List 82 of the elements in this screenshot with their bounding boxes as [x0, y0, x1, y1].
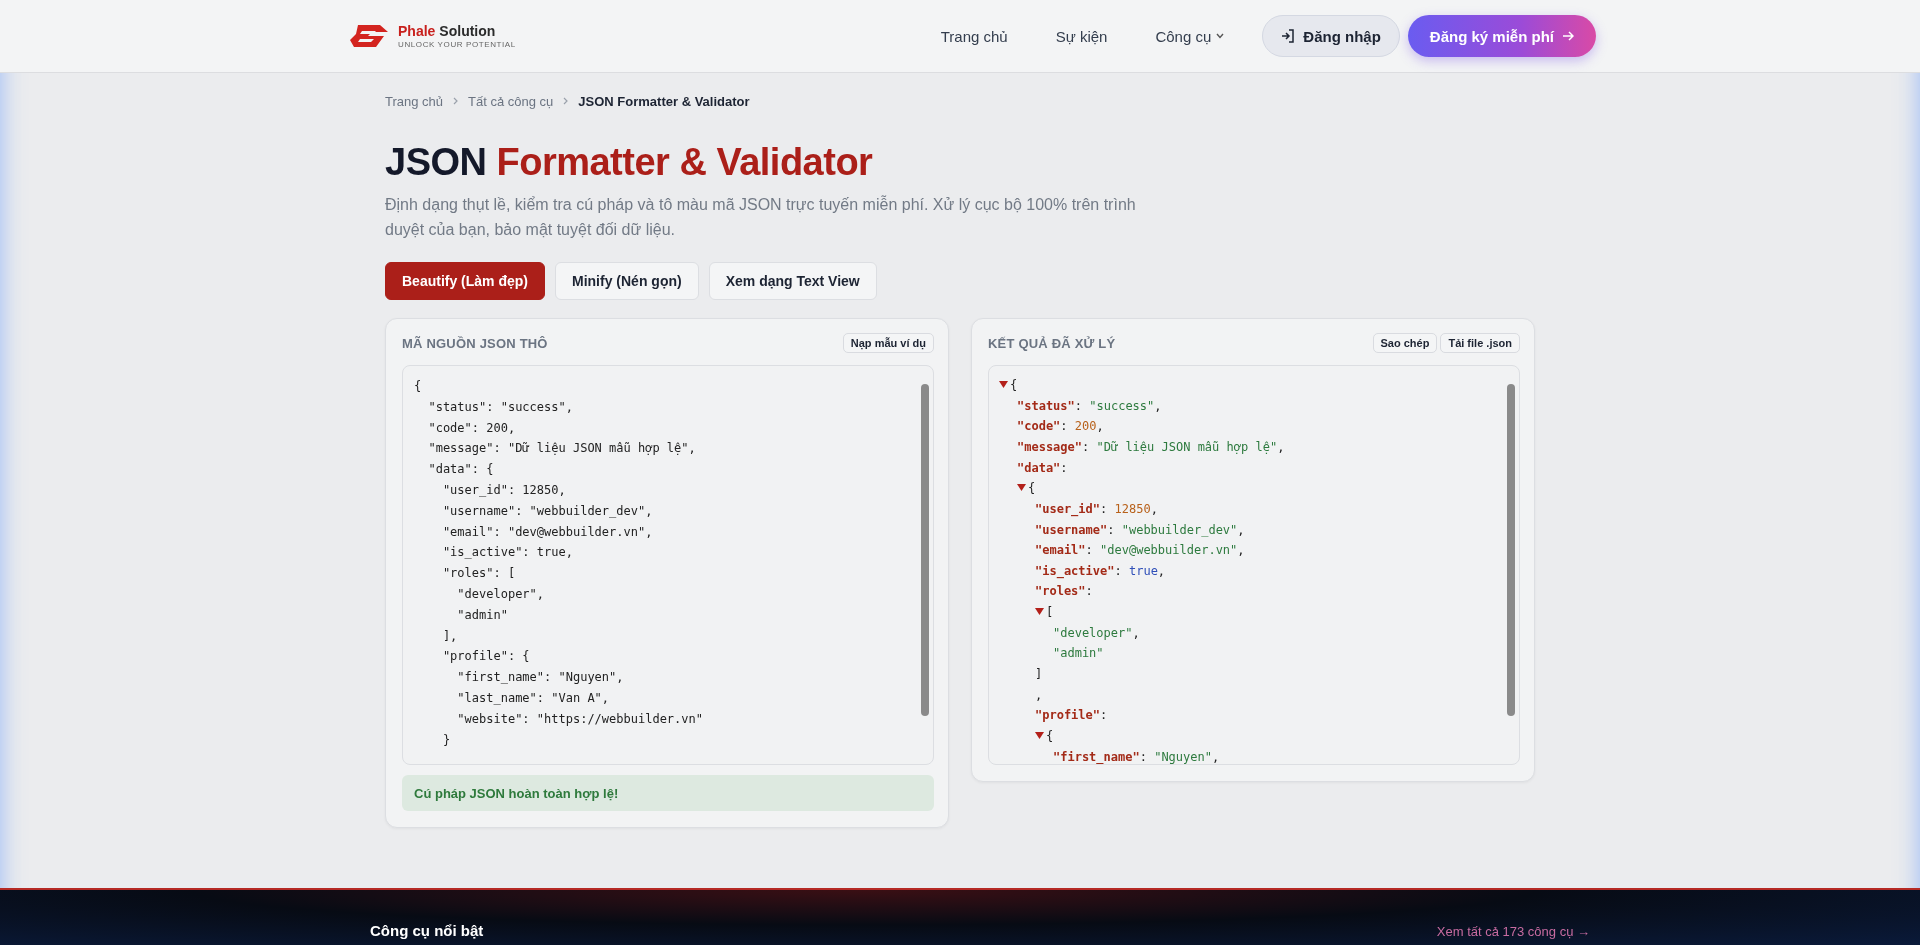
breadcrumb-link[interactable]: Tất cả công cụ [468, 93, 554, 109]
json-key: "data" [1017, 460, 1061, 475]
expanded-triangle-icon[interactable] [1017, 483, 1026, 493]
panel-heading: KẾT QUẢ ĐÃ XỬ LÝ [988, 335, 1116, 351]
expanded-triangle-icon[interactable] [999, 380, 1008, 390]
json-punctuation: : [1060, 460, 1068, 475]
json-key: "code" [1017, 419, 1061, 434]
json-punctuation: : [1060, 419, 1068, 434]
json-punctuation: , [1211, 749, 1220, 764]
json-key: "username" [1035, 522, 1108, 537]
expanded-triangle-icon[interactable] [1035, 730, 1044, 740]
json-punctuation: : [1100, 708, 1108, 723]
json-value: 12850 [1114, 501, 1151, 516]
json-punctuation: { [1028, 481, 1036, 496]
json-value: 200 [1074, 419, 1097, 434]
expanded-triangle-icon[interactable] [1035, 607, 1044, 617]
brand-name: Phale [398, 23, 436, 39]
brand-tagline: UNLOCK YOUR POTENTIAL [398, 40, 516, 49]
json-punctuation: , [1277, 440, 1285, 454]
json-key: "is_active" [1035, 563, 1115, 578]
sign-in-icon [1281, 29, 1296, 43]
nav-link[interactable]: Sự kiện [1035, 17, 1128, 55]
validation-message: Cú pháp JSON hoàn toàn hợp lệ! [402, 775, 934, 811]
load-sample-button[interactable]: Nạp mẫu ví dụ [842, 333, 934, 353]
copy-button[interactable]: Sao chép [1372, 333, 1438, 353]
page-title: Formatter & Validator [496, 141, 873, 184]
json-key: "email" [1035, 543, 1086, 558]
json-punctuation: : [1082, 440, 1090, 454]
page-title: JSON [385, 141, 487, 184]
json-punctuation: , [1150, 501, 1158, 516]
json-key: "message" [1017, 440, 1083, 454]
json-punctuation: : [1074, 398, 1083, 413]
json-value: "success" [1089, 398, 1155, 413]
json-punctuation: , [1237, 522, 1245, 537]
json-punctuation: : [1085, 543, 1093, 558]
json-key: "first_name" [1053, 749, 1140, 764]
json-value: true [1128, 563, 1158, 578]
mode-tab[interactable]: Xem dạng Text View [708, 262, 877, 300]
json-punctuation: : [1100, 501, 1108, 516]
mode-tab[interactable]: Minify (Nén gọn) [555, 262, 699, 300]
nav-link[interactable]: Công cụ [1135, 17, 1245, 55]
login-button[interactable]: Đăng nhập [1262, 15, 1400, 57]
breadcrumb-link[interactable]: Trang chủ [385, 93, 444, 109]
json-punctuation: , [1157, 563, 1166, 578]
nav-link[interactable]: Trang chủ [920, 17, 1028, 55]
panel-heading: MÃ NGUỒN JSON THÔ [402, 335, 548, 351]
chevron-right-icon [563, 97, 569, 105]
json-punctuation: : [1114, 563, 1122, 578]
json-punctuation: , [1237, 543, 1245, 558]
json-punctuation: ] [1035, 666, 1043, 681]
json-key: "roles" [1035, 584, 1086, 599]
footer-heading: Công cụ nổi bật [370, 922, 484, 939]
breadcrumb-current[interactable]: JSON Formatter & Validator [578, 93, 750, 109]
signup-button[interactable]: Đăng ký miễn phí [1407, 15, 1596, 57]
view-all-link[interactable]: Xem tất cả 173 công cụ → [1436, 924, 1590, 939]
chevron-down-icon [1216, 33, 1225, 39]
json-punctuation: , [1132, 625, 1140, 640]
json-punctuation: : [1139, 749, 1147, 764]
download-button[interactable]: Tải file .json [1440, 333, 1520, 353]
json-key: "user_id" [1035, 501, 1101, 516]
json-punctuation: , [1035, 687, 1043, 702]
json-value: "Dữ liệu JSON mẫu hợp lệ" [1096, 440, 1278, 454]
json-punctuation: [ [1046, 604, 1054, 619]
json-key: "profile" [1035, 708, 1101, 723]
json-value: "admin" [1053, 646, 1104, 661]
chevron-right-icon [453, 97, 459, 105]
json-value: "dev@webbuilder.vn" [1100, 543, 1238, 558]
json-punctuation: { [1010, 378, 1018, 392]
json-value: "Nguyen" [1154, 749, 1212, 764]
page-description: Định dạng thụt lề, kiểm tra cú pháp và tô màu mã JSON trực tuyến miễn phí. Xử lý cục bộ 100% trên trình duyệt của bạn, bảo mật tuyệt đối dữ liệu. [385, 194, 1137, 240]
json-punctuation: , [1154, 398, 1162, 413]
json-punctuation: { [1046, 728, 1054, 743]
json-punctuation: , [1096, 419, 1104, 434]
mode-tab[interactable]: Beautify (Làm đẹp) [385, 262, 545, 300]
brand-name: Solution [439, 23, 496, 39]
json-punctuation: : [1107, 522, 1115, 537]
json-input-field[interactable]: { "status": "success", "code": 200, "message": "Dữ liệu JSON mẫu hợp lệ", "data": { "user_id": 12850, "username": "webbuilder_dev", "email": "dev@webbuilder.vn", "is_active": true, "roles": [ "developer", "admin" ], "profile": { "first_name": "Nguyen", "last_name": "Van A", "website": "https://webbuilder.vn" } [403, 366, 933, 764]
json-value: "developer" [1053, 625, 1133, 640]
json-value: "webbuilder_dev" [1121, 522, 1238, 537]
json-punctuation: : [1085, 584, 1093, 599]
json-key: "status" [1017, 398, 1075, 413]
arrow-right-icon [1562, 30, 1574, 42]
